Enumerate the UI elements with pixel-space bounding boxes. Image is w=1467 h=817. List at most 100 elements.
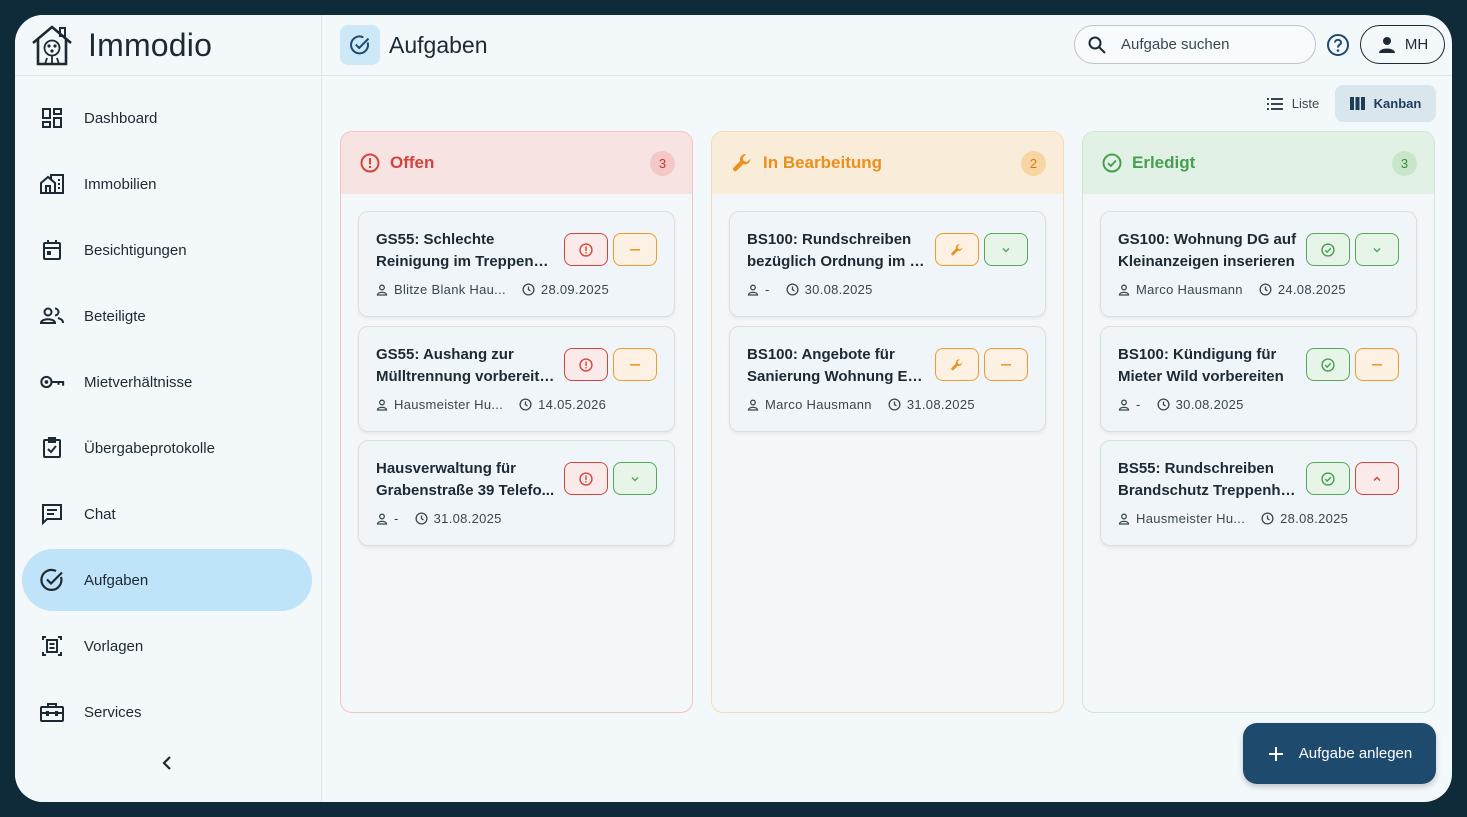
task-assignee-name: Hausmeister Hu... <box>1136 511 1246 526</box>
person-outline-icon <box>376 284 388 296</box>
task-assignee-name: Blitze Blank Hau... <box>394 282 506 297</box>
task-title: GS55: Aushang zur Mülltrennung vorbereit… <box>376 344 556 388</box>
task-meta: Hausmeister Hu... 14.05.2026 <box>376 397 606 412</box>
view-toggle-kanban[interactable]: Kanban <box>1335 85 1436 122</box>
sidebar-item-beteiligte[interactable]: Beteiligte <box>22 285 312 347</box>
task-meta: Marco Hausmann 31.08.2025 <box>747 397 975 412</box>
sidebar-item-vorlagen[interactable]: Vorlagen <box>22 615 312 677</box>
task-date-value: 24.08.2025 <box>1277 282 1346 297</box>
clock-icon <box>888 398 901 411</box>
collapse-sidebar-button[interactable] <box>155 751 179 775</box>
status-in-bearbeitung-button[interactable] <box>935 233 979 266</box>
task-date-value: 28.08.2025 <box>1280 511 1349 526</box>
check-circle-icon <box>1321 357 1335 372</box>
sidebar-item-besichtigungen[interactable]: Besichtigungen <box>22 219 312 281</box>
task-title-line: Hausverwaltung für <box>376 460 517 477</box>
task-assignee: - <box>1118 397 1141 412</box>
check-circle-icon <box>1102 153 1122 173</box>
column-count-badge: 3 <box>650 151 675 176</box>
sidebar-item-label: Vorlagen <box>84 637 144 655</box>
chevron-up-icon <box>1373 475 1381 481</box>
status-offen-button[interactable] <box>564 233 608 266</box>
person-outline-icon <box>747 399 759 411</box>
task-title-line: Kleinanzeigen inserieren <box>1118 253 1295 270</box>
column-count-badge: 3 <box>1392 151 1417 176</box>
status-erledigt-button[interactable] <box>1306 348 1350 381</box>
add-task-button[interactable]: Aufgabe anlegen <box>1243 723 1436 784</box>
checklist-icon <box>39 435 65 461</box>
view-toggle-liste[interactable]: Liste <box>1251 85 1335 122</box>
task-due-date: 14.05.2026 <box>519 397 606 412</box>
task-card[interactable]: GS55: Schlechte Reinigung im Treppenha..… <box>358 211 675 317</box>
task-card[interactable]: BS100: Rundschreiben bezüglich Ordnung i… <box>729 211 1046 317</box>
task-date-value: 30.08.2025 <box>804 282 873 297</box>
task-title-line: Mülltrennung vorbereiten. <box>376 368 556 385</box>
help-icon[interactable] <box>1326 33 1350 57</box>
task-title-line: bezüglich Ordnung im Tr... <box>747 253 927 270</box>
search-box[interactable] <box>1074 25 1316 64</box>
task-card[interactable]: GS100: Wohnung DG auf Kleinanzeigen inse… <box>1100 211 1417 317</box>
user-initials: MH <box>1404 36 1429 53</box>
sidebar-item-services[interactable]: Services <box>22 681 312 743</box>
sidebar-item-dashboard[interactable]: Dashboard <box>22 87 312 149</box>
task-title-line: Sanierung Wohnung EG ... <box>747 368 927 385</box>
buildings-icon <box>39 171 65 197</box>
sidebar-item-uebergabeprotokolle[interactable]: Übergabeprotokolle <box>22 417 312 479</box>
view-toggle: Liste Kanban <box>1251 85 1436 122</box>
add-task-label: Aufgabe anlegen <box>1298 745 1413 762</box>
task-card[interactable]: Hausverwaltung für Grabenstraße 39 Telef… <box>358 440 675 546</box>
person-outline-icon <box>376 399 388 411</box>
task-title-line: BS100: Angebote für <box>747 346 895 363</box>
status-offen-button[interactable] <box>564 348 608 381</box>
sidebar-item-label: Übergabeprotokolle <box>84 439 215 457</box>
task-title-line: Grabenstraße 39 Telefo... <box>376 482 555 499</box>
kanban-icon <box>1349 97 1365 110</box>
alert-circle-icon <box>360 153 380 173</box>
task-due-date: 31.08.2025 <box>415 511 502 526</box>
search-input[interactable] <box>1121 36 1291 53</box>
header: Aufgaben MH <box>322 15 1452 76</box>
person-icon <box>1378 36 1395 53</box>
task-card[interactable]: GS55: Aushang zur Mülltrennung vorbereit… <box>358 326 675 432</box>
brand: Immodio <box>15 15 321 76</box>
task-title: GS55: Schlechte Reinigung im Treppenha..… <box>376 229 556 273</box>
sidebar-item-mietverhaeltnisse[interactable]: Mietverhältnisse <box>22 351 312 413</box>
sidebar-item-chat[interactable]: Chat <box>22 483 312 545</box>
task-card[interactable]: BS55: Rundschreiben Brandschutz Treppenh… <box>1100 440 1417 546</box>
toolbox-icon <box>39 699 65 725</box>
sidebar-item-immobilien[interactable]: Immobilien <box>22 153 312 215</box>
task-title: BS100: Angebote für Sanierung Wohnung EG… <box>747 344 927 388</box>
task-due-date: 31.08.2025 <box>888 397 975 412</box>
status-erledigt-button[interactable] <box>1306 462 1350 495</box>
priority-low-button[interactable] <box>984 233 1028 266</box>
task-title: GS100: Wohnung DG auf Kleinanzeigen inse… <box>1118 229 1298 273</box>
status-offen-button[interactable] <box>564 462 608 495</box>
user-menu-button[interactable]: MH <box>1360 25 1445 64</box>
priority-medium-button[interactable] <box>984 348 1028 381</box>
priority-high-button[interactable] <box>1355 462 1399 495</box>
priority-medium-button[interactable] <box>1355 348 1399 381</box>
task-title-line: Mieter Wild vorbereiten <box>1118 368 1284 385</box>
task-card[interactable]: BS100: Kündigung für Mieter Wild vorbere… <box>1100 326 1417 432</box>
sidebar-item-label: Mietverhältnisse <box>84 373 193 391</box>
people-icon <box>39 303 65 329</box>
task-assignee-name: - <box>394 511 399 526</box>
priority-medium-button[interactable] <box>613 348 657 381</box>
house-logo-icon <box>32 25 72 66</box>
priority-low-button[interactable] <box>613 462 657 495</box>
column-header: Offen 3 <box>341 132 692 194</box>
minus-icon <box>630 363 640 366</box>
task-title: BS55: Rundschreiben Brandschutz Treppenh… <box>1118 458 1298 502</box>
status-in-bearbeitung-button[interactable] <box>935 348 979 381</box>
priority-low-button[interactable] <box>1355 233 1399 266</box>
sidebar: Immodio Dashboard Immobilien Besichtigun… <box>15 15 322 802</box>
task-assignee-name: - <box>765 282 770 297</box>
kanban-column-offen: Offen 3 GS55: Schlechte Reinigung im Tre… <box>340 131 693 713</box>
status-erledigt-button[interactable] <box>1306 233 1350 266</box>
priority-medium-button[interactable] <box>613 233 657 266</box>
check-circle-icon <box>1321 242 1335 257</box>
sidebar-item-aufgaben[interactable]: Aufgaben <box>22 549 312 611</box>
task-card[interactable]: BS100: Angebote für Sanierung Wohnung EG… <box>729 326 1046 432</box>
task-date-value: 31.08.2025 <box>906 397 975 412</box>
task-assignee: Hausmeister Hu... <box>1118 511 1245 526</box>
